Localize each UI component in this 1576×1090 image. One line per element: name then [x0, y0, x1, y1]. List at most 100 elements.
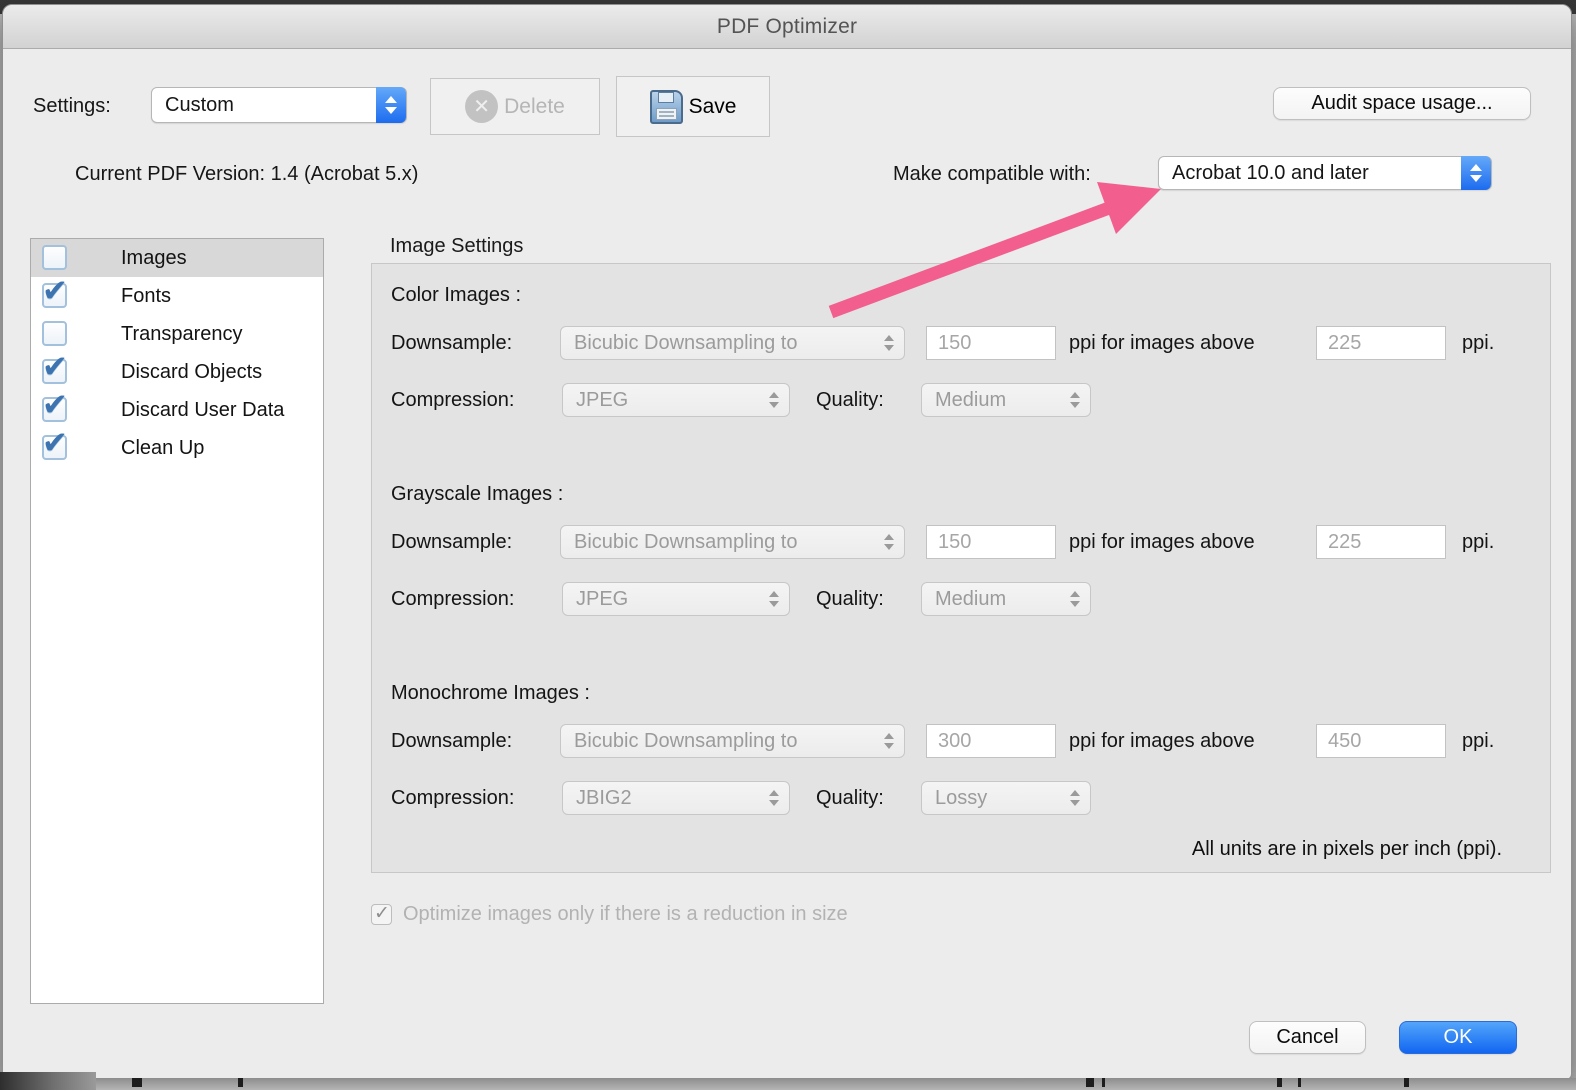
section-heading: Monochrome Images : — [391, 682, 590, 705]
current-pdf-version-text: Current PDF Version: 1.4 (Acrobat 5.x) — [75, 163, 418, 186]
sidebar-category-label: Images — [121, 247, 187, 270]
downsample-ppi-input[interactable] — [926, 525, 1056, 559]
compression-dropdown[interactable]: JBIG2 — [562, 781, 790, 815]
chevron-up-down-icon — [1060, 582, 1090, 616]
save-button-label: Save — [689, 95, 737, 119]
image-settings-title: Image Settings — [390, 235, 523, 258]
ppi-suffix: ppi. — [1462, 730, 1494, 753]
delete-button[interactable]: ✕ Delete — [430, 78, 600, 135]
sidebar-category-label: Discard Objects — [121, 361, 262, 384]
sidebar-item-clean-up[interactable]: Clean Up — [31, 429, 323, 467]
compression-value: JBIG2 — [576, 787, 632, 810]
settings-dropdown[interactable]: Custom — [151, 87, 407, 123]
checkbox-icon[interactable] — [42, 245, 67, 270]
ok-button[interactable]: OK — [1399, 1021, 1517, 1054]
ppi-suffix: ppi. — [1462, 531, 1494, 554]
downsample-label: Downsample: — [391, 730, 512, 753]
background-behind-dialog — [0, 1078, 1576, 1090]
downsample-method-dropdown[interactable]: Bicubic Downsampling to — [560, 326, 905, 360]
downsample-method-value: Bicubic Downsampling to — [574, 531, 797, 554]
ppi-threshold-text: ppi for images above — [1069, 531, 1255, 554]
save-button[interactable]: Save — [616, 76, 770, 137]
compression-label: Compression: — [391, 787, 514, 810]
cancel-button[interactable]: Cancel — [1249, 1021, 1366, 1054]
sidebar-item-images[interactable]: Images — [31, 239, 323, 277]
pdf-optimizer-dialog: PDF Optimizer Settings: Custom ✕ Delete … — [2, 4, 1572, 1080]
titlebar[interactable]: PDF Optimizer — [3, 5, 1571, 49]
ppi-threshold-text: ppi for images above — [1069, 332, 1255, 355]
compression-dropdown[interactable]: JPEG — [562, 582, 790, 616]
cancel-button-label: Cancel — [1276, 1026, 1338, 1049]
downsample-method-value: Bicubic Downsampling to — [574, 332, 797, 355]
optimize-images-checkbox-row[interactable]: Optimize images only if there is a reduc… — [371, 903, 848, 926]
threshold-ppi-input[interactable] — [1316, 326, 1446, 360]
quality-dropdown[interactable]: Medium — [921, 383, 1091, 417]
downsample-method-dropdown[interactable]: Bicubic Downsampling to — [560, 724, 905, 758]
chevron-up-down-icon — [874, 326, 904, 360]
compression-label: Compression: — [391, 588, 514, 611]
compatibility-dropdown[interactable]: Acrobat 10.0 and later — [1158, 156, 1492, 190]
section-heading: Grayscale Images : — [391, 483, 563, 506]
checkbox-icon[interactable] — [42, 397, 67, 422]
quality-dropdown[interactable]: Medium — [921, 582, 1091, 616]
quality-label: Quality: — [816, 787, 884, 810]
save-floppy-icon — [650, 90, 683, 124]
threshold-ppi-input[interactable] — [1316, 525, 1446, 559]
section-heading: Color Images : — [391, 284, 521, 307]
checkbox-icon[interactable] — [42, 435, 67, 460]
settings-dropdown-value: Custom — [165, 94, 234, 117]
chevron-up-down-icon — [376, 87, 406, 123]
downsample-method-value: Bicubic Downsampling to — [574, 730, 797, 753]
downsample-label: Downsample: — [391, 531, 512, 554]
downsample-ppi-input[interactable] — [926, 326, 1056, 360]
ok-button-label: OK — [1444, 1026, 1473, 1049]
downsample-ppi-input[interactable] — [926, 724, 1056, 758]
sidebar-category-label: Discard User Data — [121, 399, 284, 422]
sidebar-category-label: Clean Up — [121, 437, 204, 460]
quality-value: Medium — [935, 588, 1006, 611]
threshold-ppi-input[interactable] — [1316, 724, 1446, 758]
chevron-up-down-icon — [759, 781, 789, 815]
sidebar-category-label: Transparency — [121, 323, 243, 346]
chevron-up-down-icon — [1060, 383, 1090, 417]
chevron-up-down-icon — [759, 582, 789, 616]
delete-x-icon: ✕ — [465, 90, 498, 123]
image-settings-panel: All units are in pixels per inch (ppi). … — [371, 263, 1551, 873]
compatibility-dropdown-value: Acrobat 10.0 and later — [1172, 162, 1369, 185]
chevron-up-down-icon — [874, 724, 904, 758]
sidebar-item-fonts[interactable]: Fonts — [31, 277, 323, 315]
ppi-threshold-text: ppi for images above — [1069, 730, 1255, 753]
downsample-label: Downsample: — [391, 332, 512, 355]
checkbox-icon[interactable] — [42, 321, 67, 346]
sidebar-item-transparency[interactable]: Transparency — [31, 315, 323, 353]
quality-dropdown[interactable]: Lossy — [921, 781, 1091, 815]
settings-category-list: Images Fonts Transparency Discard Object… — [30, 238, 324, 1004]
sidebar-item-discard-user-data[interactable]: Discard User Data — [31, 391, 323, 429]
ppi-suffix: ppi. — [1462, 332, 1494, 355]
quality-value: Medium — [935, 389, 1006, 412]
delete-button-label: Delete — [504, 95, 565, 119]
quality-value: Lossy — [935, 787, 987, 810]
compression-value: JPEG — [576, 389, 628, 412]
checkbox-icon[interactable] — [371, 904, 392, 925]
compression-label: Compression: — [391, 389, 514, 412]
quality-label: Quality: — [816, 389, 884, 412]
audit-space-usage-button[interactable]: Audit space usage... — [1273, 87, 1531, 120]
make-compatible-label: Make compatible with: — [893, 163, 1091, 186]
sidebar-category-label: Fonts — [121, 285, 171, 308]
chevron-up-down-icon — [874, 525, 904, 559]
chevron-up-down-icon — [759, 383, 789, 417]
optimize-images-label: Optimize images only if there is a reduc… — [403, 903, 848, 926]
settings-label: Settings: — [33, 95, 111, 118]
downsample-method-dropdown[interactable]: Bicubic Downsampling to — [560, 525, 905, 559]
compression-dropdown[interactable]: JPEG — [562, 383, 790, 417]
checkbox-icon[interactable] — [42, 359, 67, 384]
compression-value: JPEG — [576, 588, 628, 611]
quality-label: Quality: — [816, 588, 884, 611]
window-title: PDF Optimizer — [717, 15, 857, 39]
audit-space-usage-label: Audit space usage... — [1311, 92, 1492, 115]
chevron-up-down-icon — [1060, 781, 1090, 815]
chevron-up-down-icon — [1461, 156, 1491, 190]
sidebar-item-discard-objects[interactable]: Discard Objects — [31, 353, 323, 391]
checkbox-icon[interactable] — [42, 283, 67, 308]
